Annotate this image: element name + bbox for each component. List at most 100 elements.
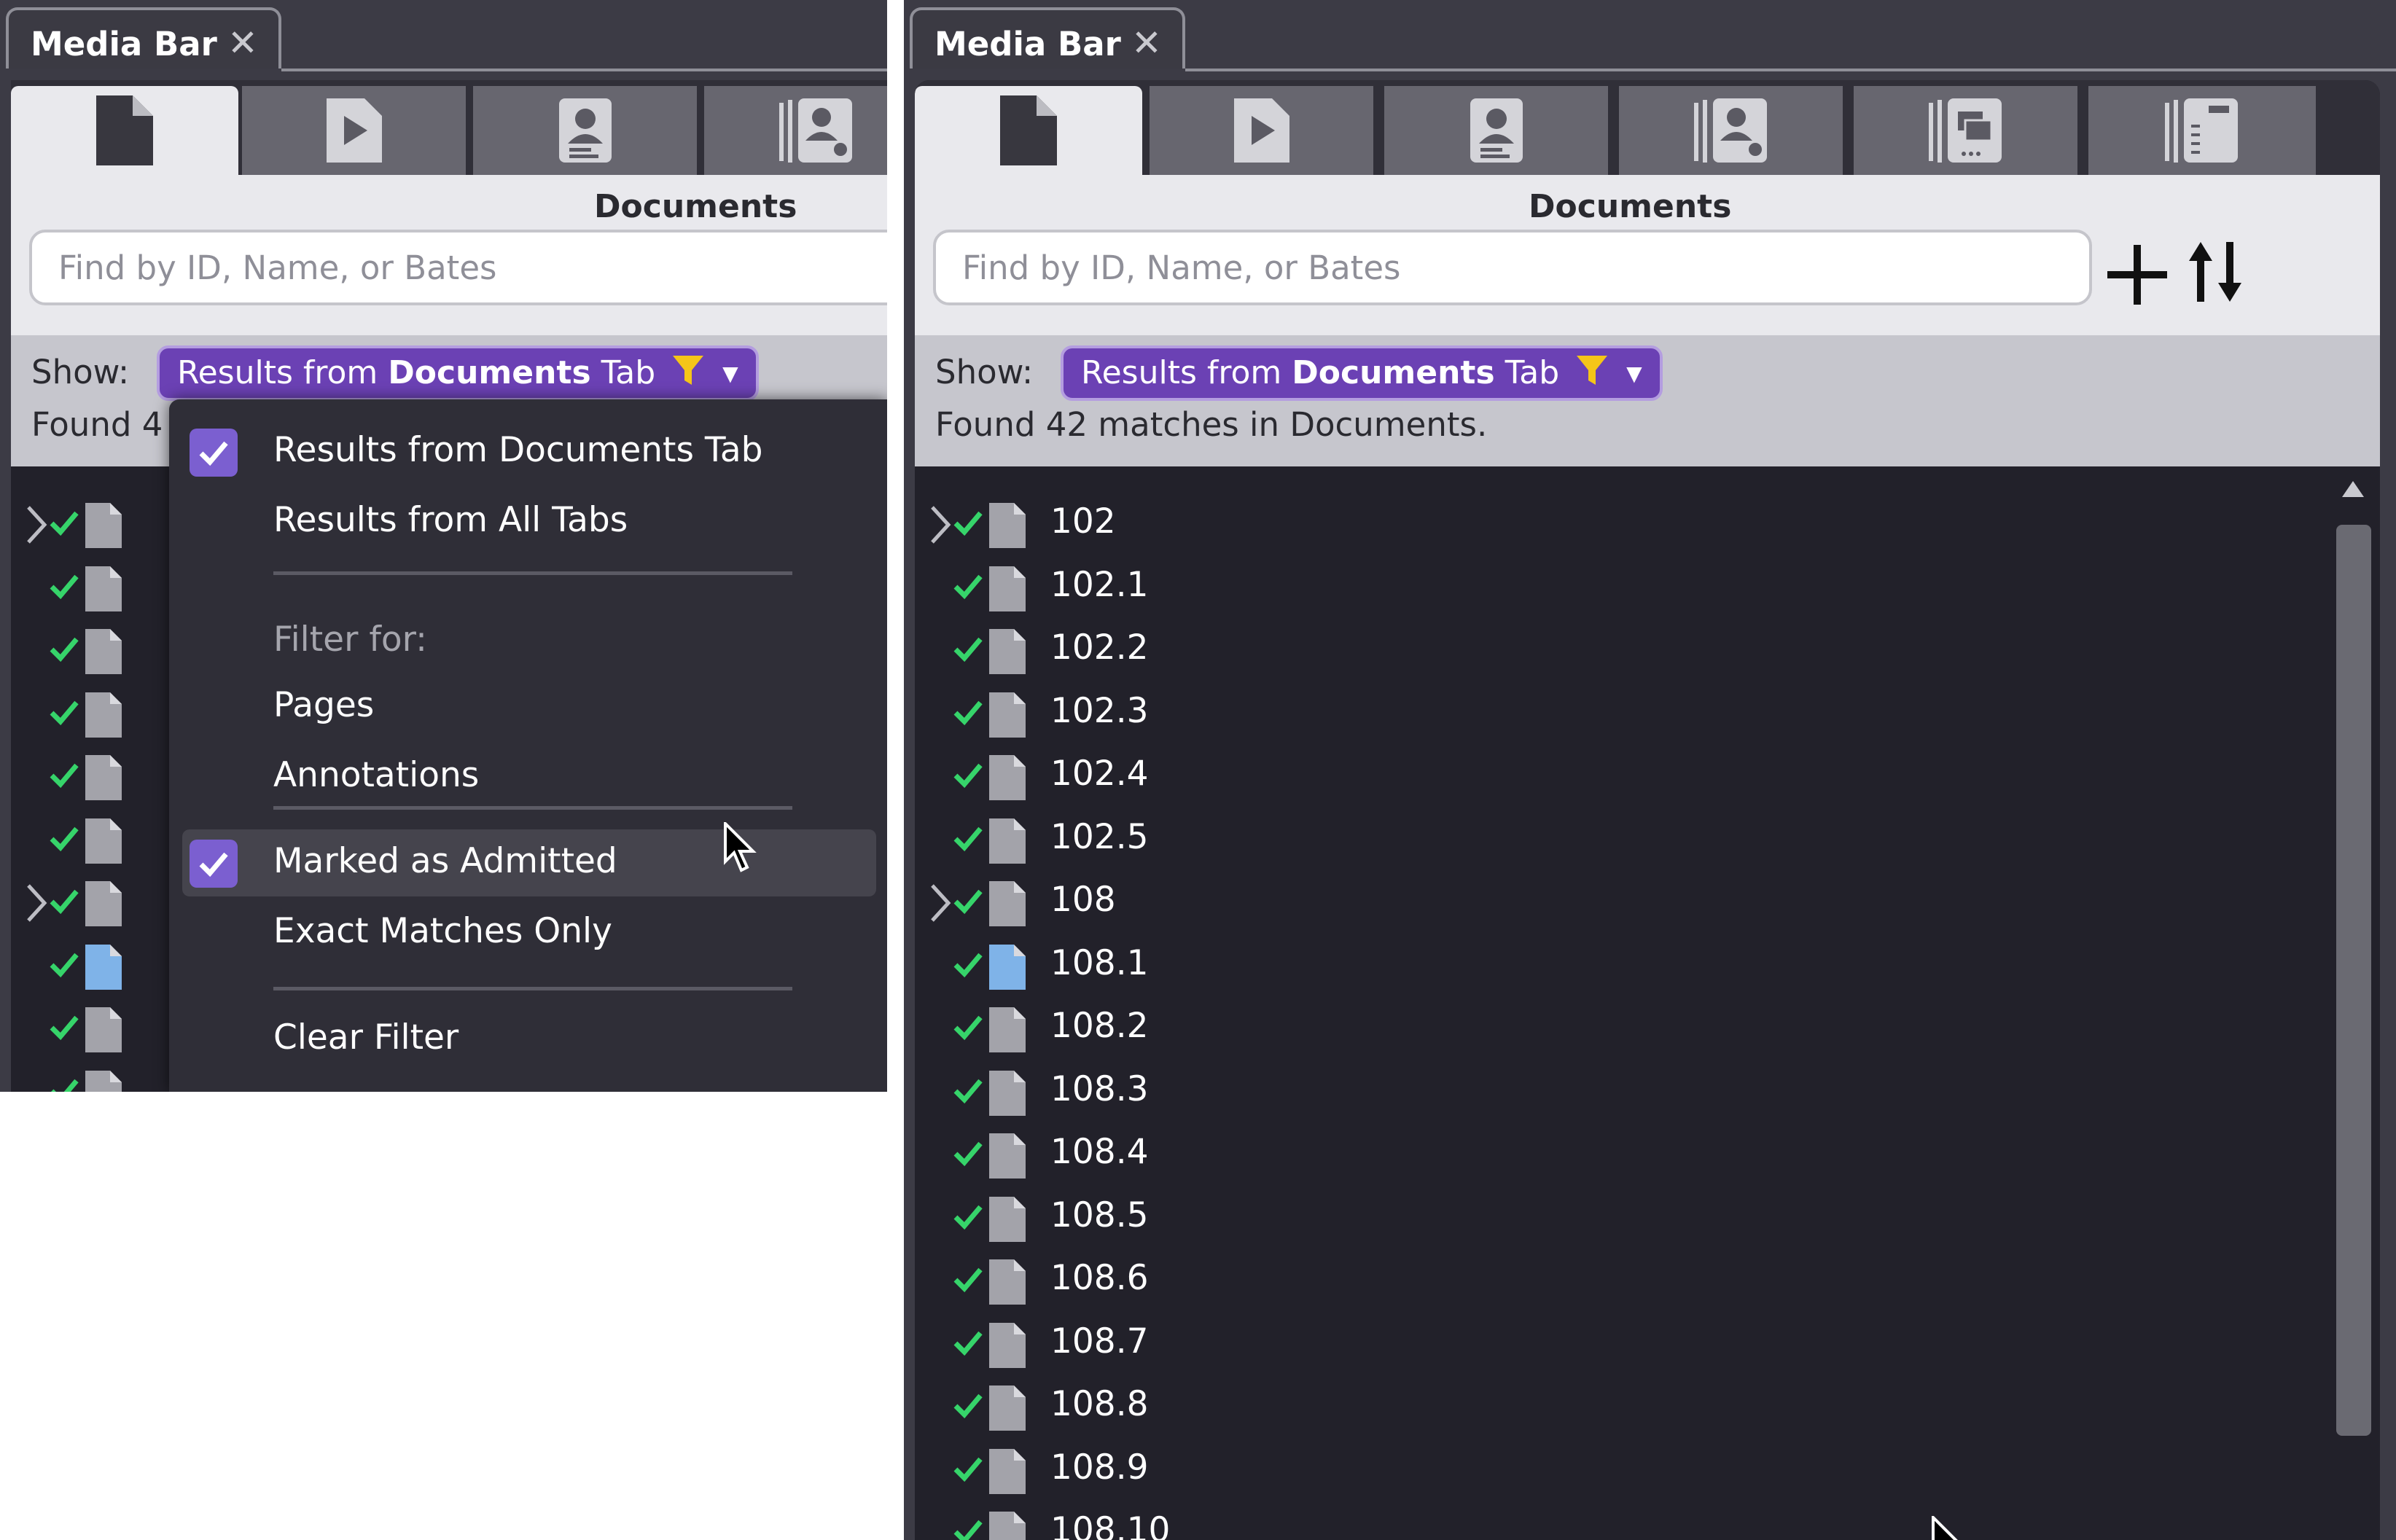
list-item[interactable]: 108.7 bbox=[915, 1314, 2300, 1377]
document-list: 102 102.1 102.2 102.3 102.4 102.5 108 108.1 108.… bbox=[915, 466, 2380, 1540]
list-item-label: 108.8 bbox=[1050, 1384, 1149, 1424]
scroll-up-arrow-icon[interactable] bbox=[2342, 481, 2364, 497]
list-item[interactable]: 102.2 bbox=[915, 620, 2300, 683]
show-filter-dropdown[interactable]: Results from Documents Tab ▼ bbox=[157, 345, 759, 401]
document-file-icon bbox=[989, 1259, 1026, 1305]
list-item-label: 102.1 bbox=[1050, 564, 1149, 605]
menu-item[interactable]: Annotations bbox=[169, 743, 887, 810]
list-item[interactable]: 108.10 bbox=[915, 1503, 2300, 1540]
list-item-label: 108.9 bbox=[1050, 1447, 1149, 1488]
tab-documents[interactable] bbox=[11, 86, 238, 175]
menu-item-label: Results from Documents Tab bbox=[273, 430, 763, 470]
list-item-label: 108.1 bbox=[1050, 942, 1149, 983]
check-icon bbox=[50, 889, 79, 915]
check-icon bbox=[50, 826, 79, 851]
list-item[interactable]: 102 bbox=[915, 494, 2300, 557]
tab-depositions[interactable] bbox=[704, 86, 887, 175]
document-file-icon bbox=[989, 566, 1026, 611]
list-item[interactable]: 102.1 bbox=[915, 558, 2300, 620]
check-icon bbox=[953, 1079, 983, 1103]
found-count: Found 4 bbox=[31, 405, 163, 444]
show-label: Show: bbox=[935, 353, 1034, 391]
sort-icon[interactable] bbox=[2185, 239, 2250, 305]
document-file-icon bbox=[989, 1196, 1026, 1242]
show-filter-prefix: Results from bbox=[177, 354, 389, 391]
witness-card-icon bbox=[558, 98, 612, 163]
document-file-icon bbox=[85, 755, 122, 800]
check-icon bbox=[50, 700, 79, 725]
list-item-label: 108.10 bbox=[1050, 1510, 1171, 1540]
list-item-label: 108.7 bbox=[1050, 1321, 1149, 1361]
show-filter-dropdown[interactable]: Results from Documents Tab ▼ bbox=[1061, 345, 1663, 401]
search-input[interactable]: Find by ID, Name, or Bates bbox=[933, 230, 2092, 305]
list-item[interactable]: 108 bbox=[915, 872, 2300, 935]
search-placeholder: Find by ID, Name, or Bates bbox=[962, 249, 1401, 287]
menu-item[interactable]: Results from Documents Tab bbox=[169, 418, 887, 485]
list-item[interactable]: 108.4 bbox=[915, 1125, 2300, 1187]
list-item[interactable]: 108.6 bbox=[915, 1251, 2300, 1313]
tab-exhibits[interactable] bbox=[1854, 86, 2081, 175]
tab-witnesses[interactable] bbox=[1384, 86, 1612, 175]
document-icon bbox=[96, 95, 153, 165]
vertical-scrollbar[interactable] bbox=[2336, 466, 2371, 1540]
menu-separator bbox=[273, 987, 792, 990]
document-file-icon bbox=[85, 629, 122, 674]
deposition-icon bbox=[778, 98, 852, 163]
show-filter-suffix: Tab bbox=[1494, 354, 1560, 391]
tab-media[interactable] bbox=[242, 86, 469, 175]
check-icon bbox=[50, 953, 79, 977]
list-item-label: 108.6 bbox=[1050, 1258, 1149, 1298]
frame-border bbox=[281, 69, 887, 71]
media-bar-title-tab[interactable]: Media Bar ✕ bbox=[910, 7, 1185, 69]
close-icon[interactable]: ✕ bbox=[1131, 22, 1162, 64]
list-item[interactable]: 108.3 bbox=[915, 1062, 2300, 1125]
checkbox-checked[interactable] bbox=[190, 429, 238, 477]
check-icon bbox=[953, 1394, 983, 1419]
list-item[interactable]: 108.5 bbox=[915, 1188, 2300, 1251]
list-item[interactable]: 108.9 bbox=[915, 1440, 2300, 1503]
transcript-icon bbox=[2165, 98, 2238, 163]
media-bar-title: Media Bar bbox=[934, 25, 1121, 63]
list-item[interactable]: 102.3 bbox=[915, 684, 2300, 746]
menu-item[interactable]: Marked as Admitted bbox=[182, 829, 876, 896]
close-icon[interactable]: ✕ bbox=[227, 22, 258, 64]
list-item[interactable]: 102.5 bbox=[915, 810, 2300, 872]
document-file-icon bbox=[989, 1448, 1026, 1494]
tab-media[interactable] bbox=[1150, 86, 1377, 175]
document-file-icon bbox=[989, 503, 1026, 548]
document-file-icon bbox=[989, 1512, 1026, 1540]
deposition-icon bbox=[1693, 98, 1767, 163]
scroll-thumb[interactable] bbox=[2336, 525, 2371, 1436]
search-input[interactable]: Find by ID, Name, or Bates bbox=[29, 230, 887, 305]
chevron-down-icon: ▼ bbox=[1626, 361, 1642, 386]
checkbox-checked[interactable] bbox=[190, 840, 238, 888]
menu-item[interactable]: Clear Filter bbox=[169, 1006, 887, 1073]
document-file-icon bbox=[85, 566, 122, 611]
list-item[interactable]: 102.4 bbox=[915, 746, 2300, 809]
list-item[interactable]: 108.8 bbox=[915, 1377, 2300, 1439]
list-item[interactable]: 108.1 bbox=[915, 936, 2300, 998]
list-item-label: 108 bbox=[1050, 880, 1116, 920]
menu-item[interactable]: Exact Matches Only bbox=[169, 899, 887, 966]
tab-witnesses[interactable] bbox=[473, 86, 701, 175]
menu-section-header: Filter for: bbox=[169, 608, 887, 675]
menu-item[interactable]: Results from All Tabs bbox=[169, 488, 887, 555]
add-icon[interactable] bbox=[2104, 242, 2170, 308]
exhibit-stack-icon bbox=[1928, 98, 2002, 163]
media-bar-panel-right: Media Bar ✕ Documents Find by ID, Name, … bbox=[904, 0, 2396, 1540]
tab-transcripts[interactable] bbox=[2088, 86, 2316, 175]
tab-documents[interactable] bbox=[915, 86, 1142, 175]
menu-item[interactable]: Pages bbox=[169, 673, 887, 740]
document-file-icon bbox=[989, 629, 1026, 674]
check-icon bbox=[953, 889, 983, 915]
check-icon bbox=[953, 763, 983, 789]
list-item-label: 102.5 bbox=[1050, 816, 1149, 857]
tab-depositions[interactable] bbox=[1619, 86, 1846, 175]
check-icon bbox=[953, 826, 983, 851]
list-item-label: 102.2 bbox=[1050, 628, 1149, 668]
media-bar-title: Media Bar bbox=[31, 25, 217, 63]
list-item-label: 108.4 bbox=[1050, 1132, 1149, 1172]
list-item[interactable]: 108.2 bbox=[915, 998, 2300, 1061]
media-bar-title-tab[interactable]: Media Bar ✕ bbox=[6, 7, 281, 69]
show-label: Show: bbox=[31, 353, 130, 391]
